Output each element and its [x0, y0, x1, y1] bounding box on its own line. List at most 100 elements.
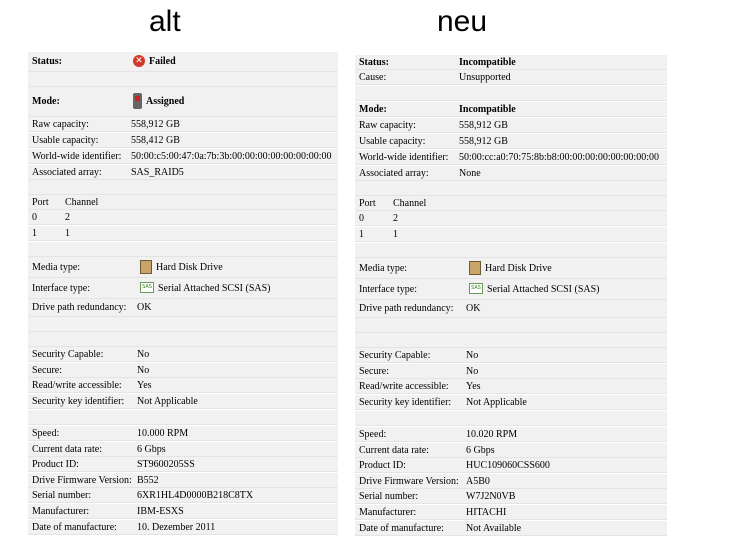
interface-row: Interface type: SAS Serial Attached SCSI …	[28, 278, 338, 299]
spacer-row	[355, 318, 667, 333]
product-value: ST9600205SS	[137, 459, 195, 470]
sas-icon: SAS	[469, 283, 483, 295]
spacer-row	[355, 243, 667, 258]
interface-row: Interface type: SAS Serial Attached SCSI …	[355, 279, 667, 300]
rw-value: Yes	[137, 380, 152, 391]
usable-capacity-label: Usable capacity:	[359, 136, 426, 147]
raw-capacity-row: Raw capacity: 558,912 GB	[28, 117, 338, 132]
serial-label: Serial number:	[359, 491, 419, 502]
usable-capacity-label: Usable capacity:	[32, 135, 99, 146]
sec-capable-row: Security Capable: No	[355, 348, 667, 363]
array-row: Associated array: None	[355, 166, 667, 181]
data-rate-value: 6 Gbps	[137, 444, 166, 455]
secure-row: Secure: No	[28, 363, 338, 378]
drive-assigned-icon	[133, 92, 142, 109]
usable-capacity-value: 558,412 GB	[131, 135, 180, 146]
secure-label: Secure:	[359, 366, 389, 377]
spacer-row	[28, 317, 338, 332]
secure-label: Secure:	[32, 365, 62, 376]
firmware-row: Drive Firmware Version: B552	[28, 473, 338, 488]
mode-row: Mode: Assigned	[28, 87, 338, 117]
secure-value: No	[466, 366, 479, 377]
manufacturer-row: Manufacturer: HITACHI	[355, 505, 667, 520]
port-value: 0	[359, 213, 364, 224]
sec-capable-value: No	[466, 350, 479, 361]
status-value: ✕ Failed	[133, 52, 176, 72]
raw-capacity-value: 558,912 GB	[459, 120, 508, 131]
date-value: 10. Dezember 2011	[137, 522, 216, 533]
sec-capable-value: No	[137, 349, 150, 360]
speed-row: Speed: 10.000 RPM	[28, 426, 338, 441]
product-row: Product ID: HUC109060CSS600	[355, 458, 667, 473]
data-rate-row: Current data rate: 6 Gbps	[355, 443, 667, 458]
usable-capacity-row: Usable capacity: 558,412 GB	[28, 133, 338, 148]
usable-capacity-value: 558,912 GB	[459, 136, 508, 147]
hard-disk-icon	[140, 259, 152, 274]
manufacturer-value: IBM-ESXS	[137, 506, 184, 517]
channel-value: 1	[65, 228, 70, 239]
redundancy-label: Drive path redundancy:	[32, 302, 127, 313]
array-value: None	[459, 168, 481, 179]
spacer-row	[28, 410, 338, 425]
port-row: 1 1	[28, 226, 338, 241]
status-value: Incompatible	[459, 57, 516, 68]
usable-capacity-row: Usable capacity: 558,912 GB	[355, 134, 667, 149]
media-type-label: Media type:	[359, 263, 408, 274]
interface-value: SAS Serial Attached SCSI (SAS)	[469, 279, 600, 300]
rw-row: Read/write accessible: Yes	[355, 379, 667, 394]
serial-label: Serial number:	[32, 490, 92, 501]
interface-value: SAS Serial Attached SCSI (SAS)	[140, 278, 271, 299]
rw-value: Yes	[466, 381, 481, 392]
array-value: SAS_RAID5	[131, 167, 184, 178]
mode-label: Mode:	[32, 96, 60, 107]
heading-neu: neu	[437, 5, 488, 38]
sas-icon: SAS	[140, 282, 154, 294]
raw-capacity-label: Raw capacity:	[359, 120, 416, 131]
manufacturer-value: HITACHI	[466, 507, 507, 518]
sec-capable-label: Security Capable:	[32, 349, 104, 360]
redundancy-value: OK	[137, 302, 152, 313]
media-type-row: Media type: Hard Disk Drive	[355, 258, 667, 279]
sec-key-label: Security key identifier:	[359, 397, 452, 408]
redundancy-row: Drive path redundancy: OK	[28, 299, 338, 317]
speed-value: 10.000 RPM	[137, 428, 189, 439]
manufacturer-label: Manufacturer:	[359, 507, 417, 518]
mode-row: Mode: Incompatible	[355, 102, 667, 117]
port-value: 1	[32, 228, 37, 239]
media-type-value: Hard Disk Drive	[140, 257, 223, 278]
port-row: 1 1	[355, 227, 667, 242]
channel-value: 1	[393, 229, 398, 240]
product-label: Product ID:	[359, 460, 406, 471]
speed-label: Speed:	[32, 428, 60, 439]
wwid-label: World-wide identifier:	[32, 151, 122, 162]
wwid-row: World-wide identifier: 50:00:c5:00:47:0a…	[28, 149, 338, 164]
manufacturer-label: Manufacturer:	[32, 506, 90, 517]
port-value: 0	[32, 212, 37, 223]
media-type-row: Media type: Hard Disk Drive	[28, 257, 338, 278]
data-rate-row: Current data rate: 6 Gbps	[28, 442, 338, 457]
spacer-row	[28, 332, 338, 347]
redundancy-row: Drive path redundancy: OK	[355, 300, 667, 318]
channel-header: Channel	[65, 197, 99, 208]
raw-capacity-value: 558,912 GB	[131, 119, 180, 130]
channel-value: 2	[393, 213, 398, 224]
interface-label: Interface type:	[359, 284, 418, 295]
rw-row: Read/write accessible: Yes	[28, 378, 338, 393]
data-rate-label: Current data rate:	[359, 445, 429, 456]
product-label: Product ID:	[32, 459, 79, 470]
port-row: 0 2	[28, 210, 338, 225]
cause-label: Cause:	[359, 72, 387, 83]
sec-capable-label: Security Capable:	[359, 350, 431, 361]
sec-key-value: Not Applicable	[137, 396, 198, 407]
hard-disk-icon	[469, 260, 481, 275]
status-label: Status:	[359, 57, 390, 68]
port-header: Port	[32, 197, 49, 208]
firmware-row: Drive Firmware Version: A5B0	[355, 474, 667, 489]
rw-label: Read/write accessible:	[359, 381, 449, 392]
data-rate-value: 6 Gbps	[466, 445, 495, 456]
array-label: Associated array:	[32, 167, 102, 178]
wwid-value: 50:00:c5:00:47:0a:7b:3b:00:00:00:00:00:0…	[131, 151, 332, 162]
media-type-label: Media type:	[32, 262, 81, 273]
secure-value: No	[137, 365, 150, 376]
firmware-value: A5B0	[466, 476, 490, 487]
